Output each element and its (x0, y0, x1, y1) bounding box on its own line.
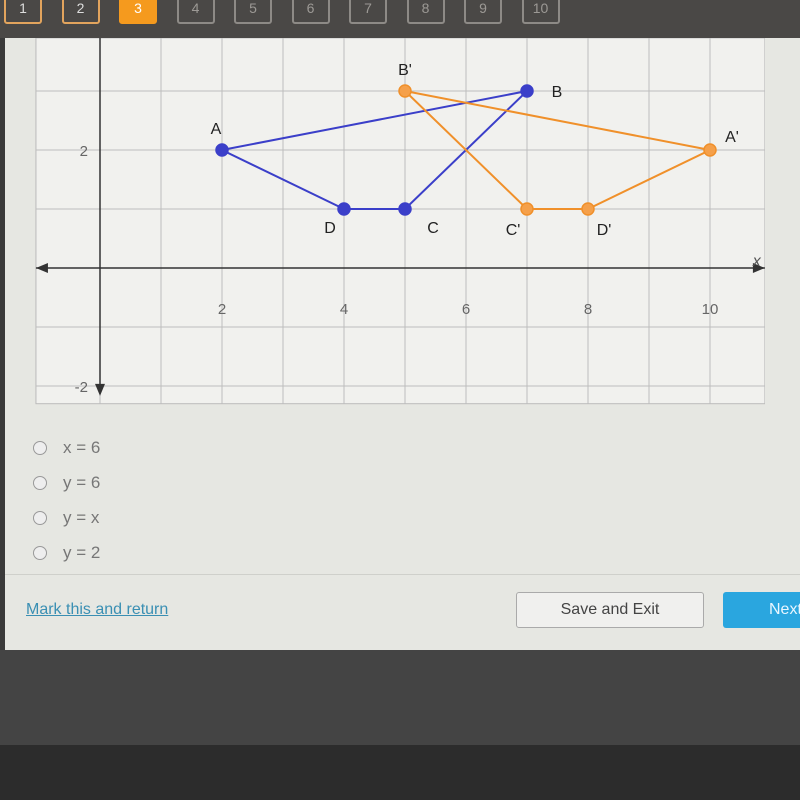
radio-button[interactable] (33, 440, 47, 455)
image-vertex-label: B' (398, 62, 412, 79)
original-vertex-label: C (427, 220, 439, 237)
choice-label: x = 6 (63, 437, 101, 457)
radio-button[interactable] (33, 545, 47, 560)
image-point-A' (703, 143, 717, 157)
x-tick-label: 2 (218, 301, 226, 318)
image-point-C' (520, 202, 534, 216)
original-vertex-label: B (552, 84, 563, 101)
question-button-2[interactable]: 2 (61, 0, 100, 24)
original-point-B (520, 84, 534, 98)
mark-and-return-link[interactable]: Mark this and return (26, 601, 168, 619)
original-point-D (337, 202, 351, 216)
x-tick-label: 10 (702, 301, 719, 318)
choice-4[interactable]: y = 2 (33, 535, 100, 570)
original-point-A (215, 143, 229, 157)
question-button-7[interactable]: 7 (349, 0, 387, 24)
x-tick-label: 8 (584, 301, 592, 318)
image-point-D' (581, 202, 595, 216)
question-button-1[interactable]: 1 (4, 0, 42, 24)
divider (5, 574, 800, 575)
choice-2[interactable]: y = 6 (33, 465, 100, 500)
image-point-B' (398, 84, 412, 98)
image-vertex-label: A' (725, 129, 739, 146)
x-tick-label: 6 (462, 301, 470, 318)
coordinate-graph: 2 4 6 8 10 2 -2 x A B C D A' B' C' D' (35, 38, 765, 405)
question-button-3[interactable]: 3 (119, 0, 157, 24)
x-axis-label: x (752, 253, 762, 270)
question-button-5[interactable]: 5 (234, 0, 272, 24)
question-button-8[interactable]: 8 (406, 0, 445, 24)
image-vertex-label: C' (506, 222, 521, 239)
y-tick-label: -2 (75, 379, 88, 396)
choice-label: y = x (63, 507, 100, 527)
choice-1[interactable]: x = 6 (33, 430, 100, 465)
image-vertex-label: D' (597, 222, 612, 239)
radio-button[interactable] (33, 510, 47, 525)
question-button-10[interactable]: 10 (521, 0, 560, 24)
question-panel: 2 4 6 8 10 2 -2 x A B C D A' B' C' D' x = 6 y = 6 y = x… (5, 38, 800, 650)
original-vertex-label: D (324, 220, 336, 237)
original-vertex-label: A (211, 121, 222, 138)
question-button-9[interactable]: 9 (464, 0, 502, 24)
x-tick-label: 4 (340, 301, 348, 318)
question-button-4[interactable]: 4 (176, 0, 215, 24)
y-tick-label: 2 (80, 143, 88, 160)
question-button-6[interactable]: 6 (291, 0, 330, 24)
answer-choices: x = 6 y = 6 y = x y = 2 (33, 430, 100, 570)
next-button[interactable]: Next (723, 592, 800, 628)
screen-bezel-edge (0, 745, 800, 800)
choice-3[interactable]: y = x (33, 500, 100, 535)
question-nav-bar: 1 2 3 4 5 6 7 8 9 10 (0, 0, 800, 38)
choice-label: y = 6 (63, 472, 101, 492)
radio-button[interactable] (33, 475, 47, 490)
choice-label: y = 2 (63, 542, 101, 562)
original-point-C (398, 202, 412, 216)
save-and-exit-button[interactable]: Save and Exit (516, 592, 704, 628)
